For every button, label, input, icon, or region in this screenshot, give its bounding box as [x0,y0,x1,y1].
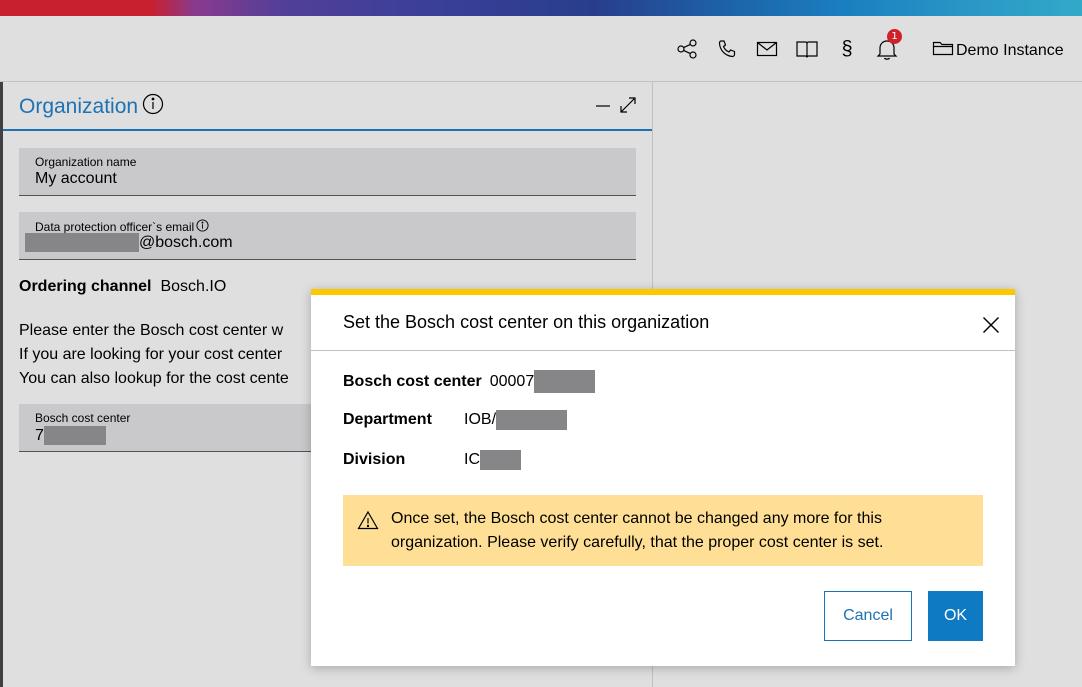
instruction-line: You can also lookup for the cost cente [19,370,289,387]
ordering-label: Ordering channel [19,278,152,295]
dialog-division-row: Division IC [343,450,521,470]
brand-supergraphic [0,0,1082,16]
dpo-email-field[interactable]: Data protection officer`s email @bosch.c… [19,212,636,260]
cancel-button[interactable]: Cancel [824,591,912,641]
dialog-divider [311,350,1015,351]
redacted-block [534,370,596,393]
instance-label: Demo Instance [956,41,1064,59]
field-value: 7 [35,426,106,445]
mail-icon[interactable] [754,36,780,62]
email-domain: @bosch.com [139,233,233,251]
dialog-division-value: IC [464,451,480,468]
dialog-department-value: IOB/ [464,411,497,428]
panel-title-text: Organization [19,95,139,118]
top-header: § 1 Demo Instance [0,16,1082,82]
field-label: Bosch cost center [35,411,131,425]
field-label: Organization name [35,155,137,169]
panel-header: Organization [3,82,652,131]
instance-selector[interactable]: Demo Instance [932,40,1064,61]
dialog-division-label: Division [343,451,406,468]
ok-button[interactable]: OK [928,591,983,641]
minimize-icon[interactable] [595,96,611,116]
info-icon[interactable] [142,93,164,121]
redacted-block [480,450,521,470]
dialog-department-row: Department IOB/ [343,410,568,430]
share-icon[interactable] [674,36,700,62]
instruction-line: Please enter the Bosch cost center w [19,322,284,339]
set-cost-center-dialog: Set the Bosch cost center on this organi… [311,289,1015,666]
warning-icon [357,510,379,534]
folder-icon [932,40,954,61]
notification-badge: 1 [887,29,902,44]
ordering-value: Bosch.IO [160,278,227,295]
expand-icon[interactable] [619,96,637,118]
paragraph-icon[interactable]: § [834,36,860,62]
cost-center-instructions: Please enter the Bosch cost center w If … [19,319,319,391]
field-value: @bosch.com [25,233,233,252]
book-icon[interactable] [794,36,820,62]
dialog-department-label: Department [343,411,432,428]
dialog-title: Set the Bosch cost center on this organi… [343,312,710,332]
ordering-channel: Ordering channel Bosch.IO [19,278,226,296]
redacted-block [43,426,106,445]
phone-icon[interactable] [714,36,740,62]
panel-title: Organization [19,93,164,121]
redacted-block [496,410,568,430]
dialog-cost-center-value: 00007 [489,372,535,390]
dpo-email-label-text: Data protection officer`s email [35,220,195,234]
warning-text: Once set, the Bosch cost center cannot b… [391,510,884,551]
cost-center-prefix: 7 [35,426,44,444]
instruction-line: If you are looking for your cost center [19,346,283,363]
redacted-block [25,233,139,252]
organization-name-field[interactable]: Organization name My account [19,148,636,196]
warning-notice: Once set, the Bosch cost center cannot b… [343,495,983,566]
dialog-cost-center-row: Bosch cost center 00007 [343,370,596,393]
close-icon[interactable] [979,313,1003,337]
field-value: My account [35,170,117,187]
dialog-cost-center-label: Bosch cost center [343,372,482,390]
